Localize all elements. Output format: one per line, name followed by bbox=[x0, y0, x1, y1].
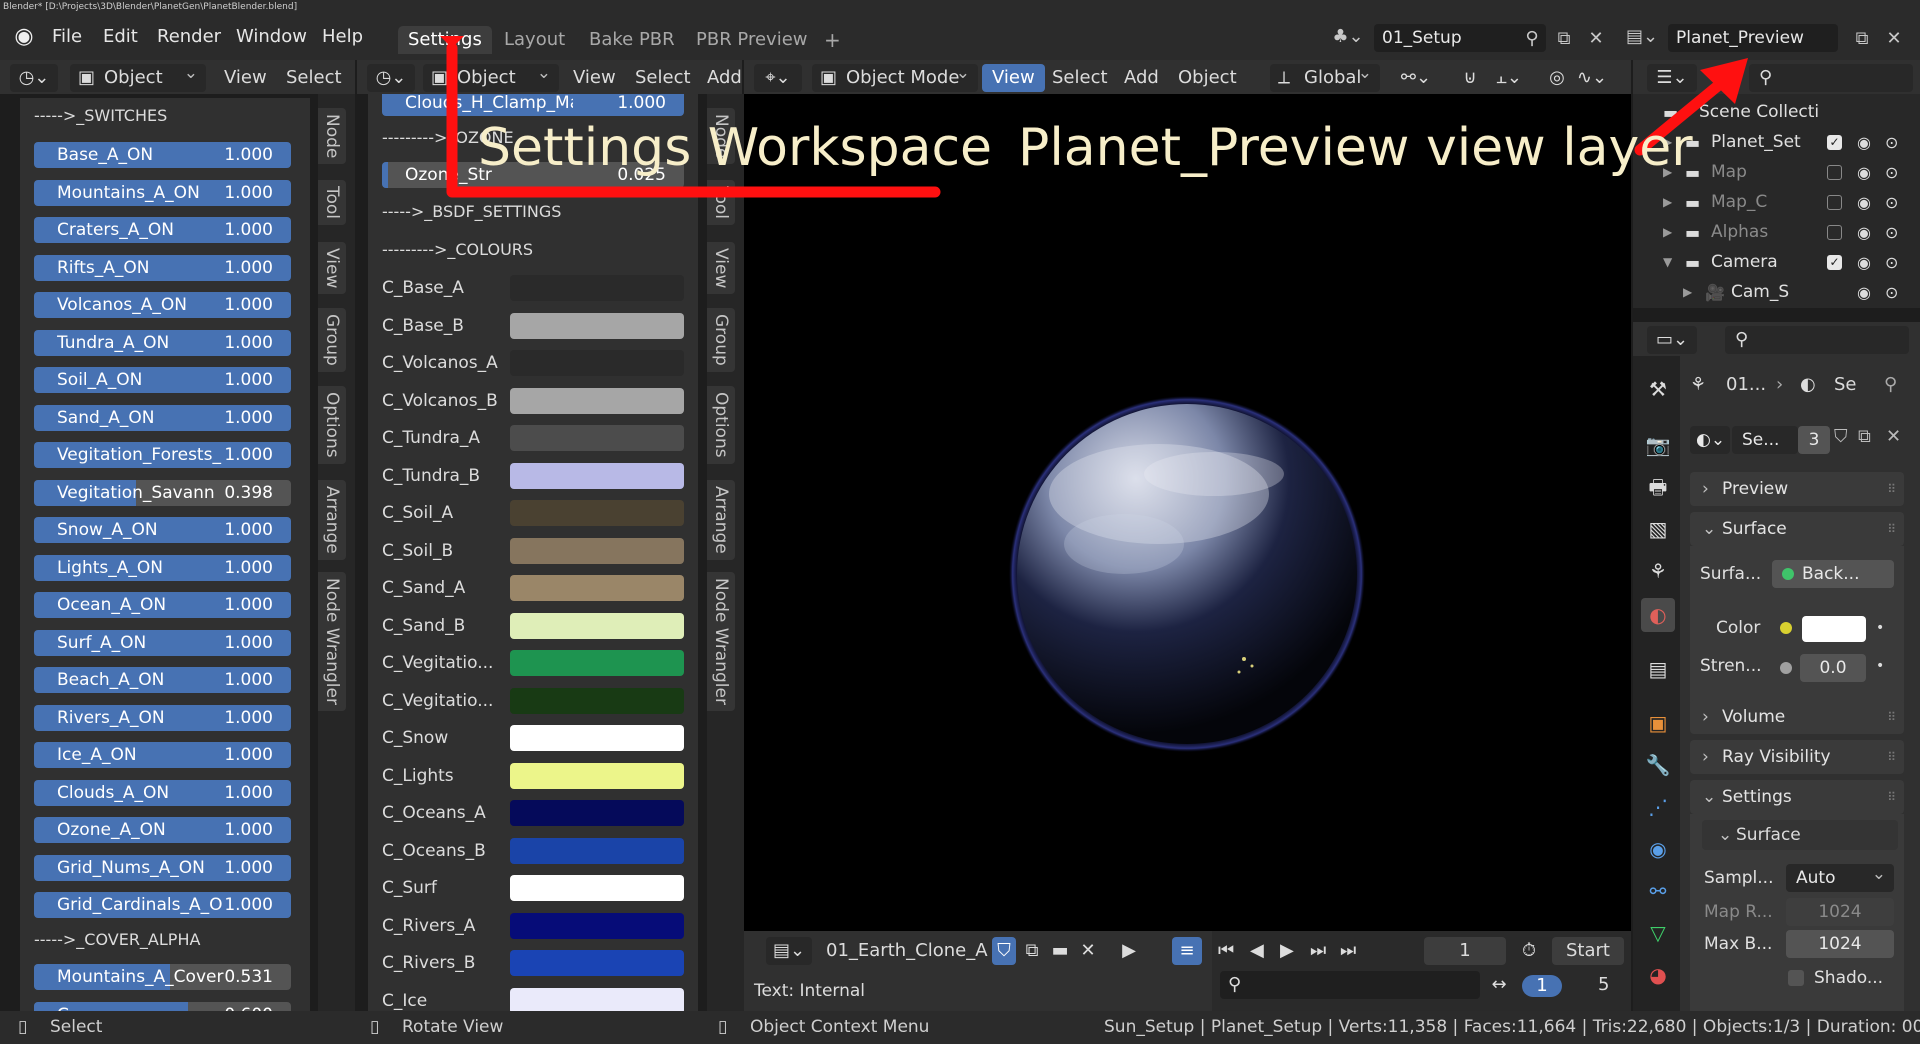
annotation-view-layer: Planet_Preview view layer bbox=[1018, 118, 1693, 178]
annotation-bracket-tip bbox=[440, 36, 464, 48]
annotation-settings-workspace: Settings Workspace bbox=[478, 118, 993, 178]
